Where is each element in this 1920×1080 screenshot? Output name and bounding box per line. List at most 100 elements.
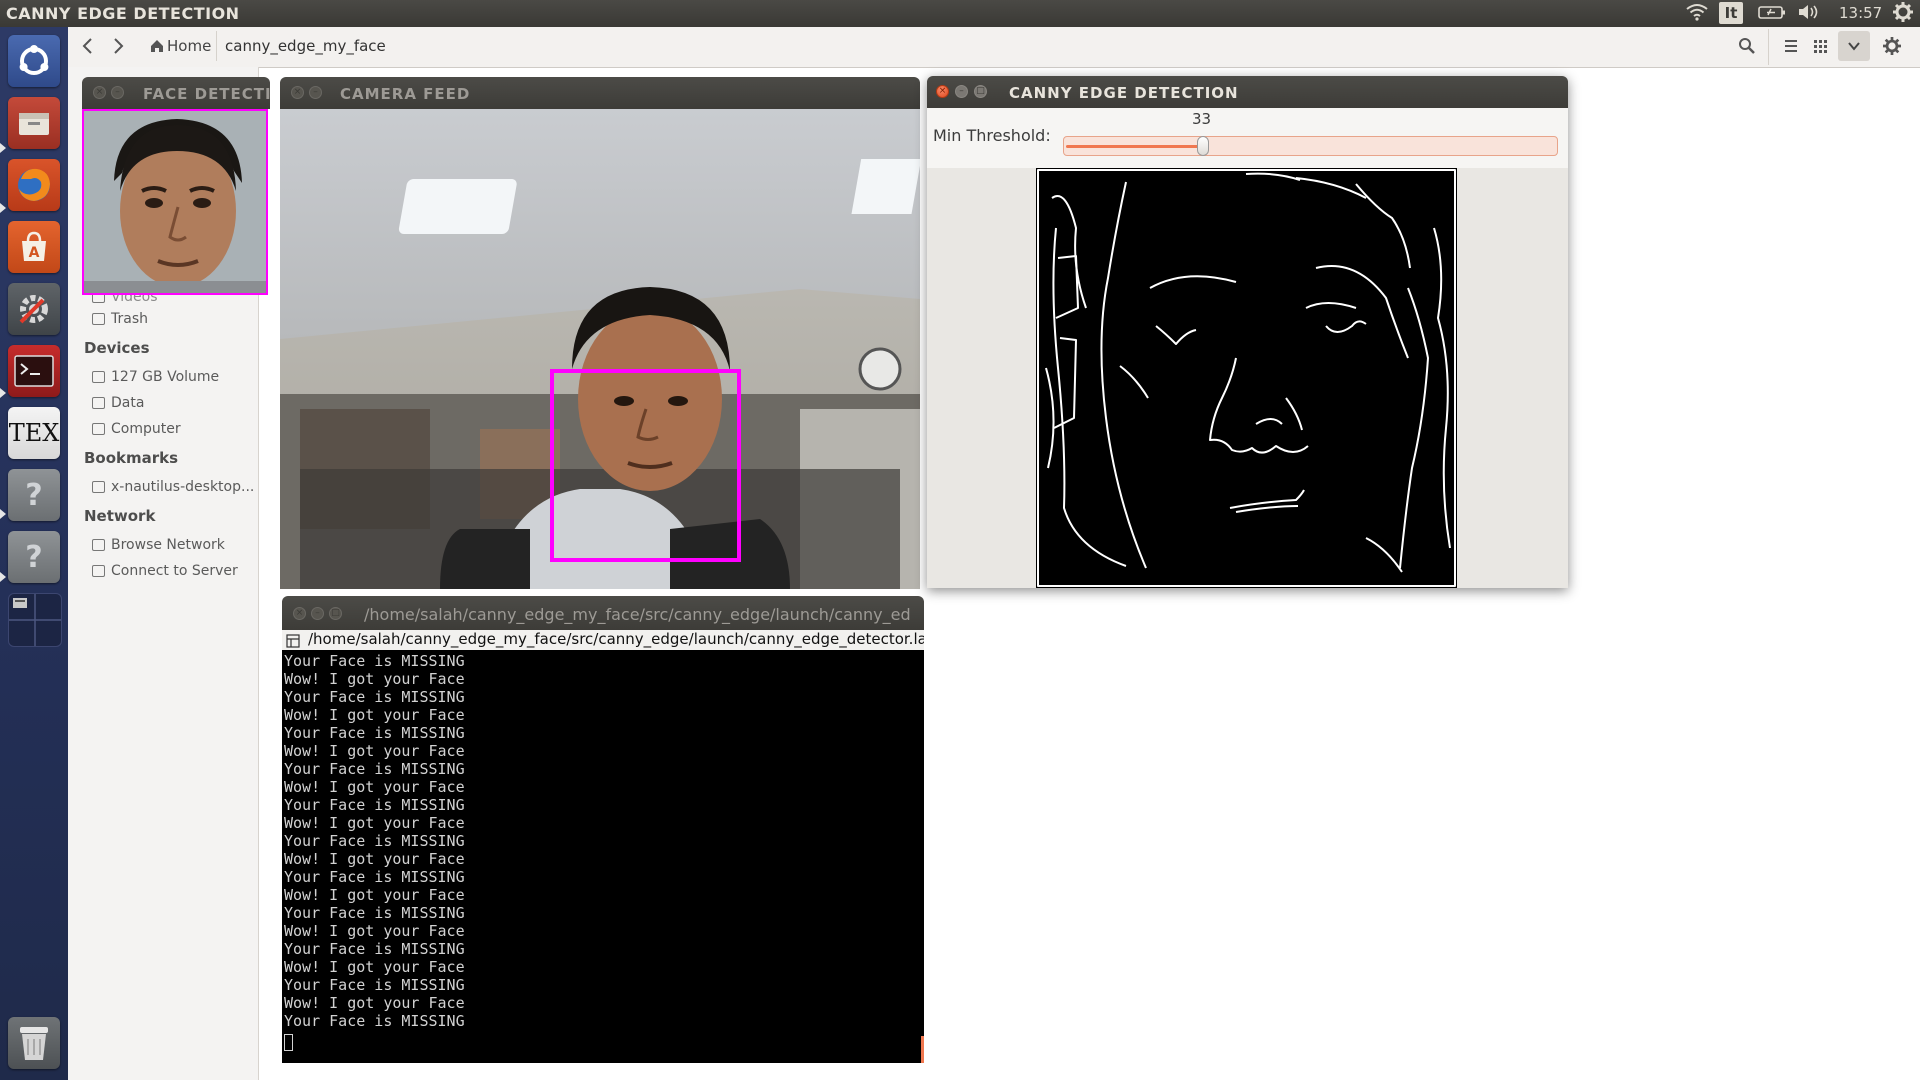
back-button[interactable] [80, 37, 96, 59]
forward-button[interactable] [110, 37, 126, 59]
server-icon [92, 565, 105, 577]
view-options-button[interactable] [1838, 31, 1870, 61]
breadcrumb-separator [216, 31, 217, 61]
minimize-icon[interactable]: – [311, 607, 324, 620]
terminal-titlebar[interactable]: × – □ /home/salah/canny_edge_my_face/src… [282, 596, 924, 630]
trash-icon[interactable] [8, 1017, 60, 1069]
terminal-line: Your Face is MISSING [284, 688, 465, 706]
gear-icon[interactable] [1893, 2, 1913, 26]
clock[interactable]: 13:57 [1839, 4, 1882, 22]
sidebar-item-label: Computer [111, 421, 181, 437]
face-window-titlebar[interactable]: × – FACE DETECTI [82, 77, 270, 109]
terminal-icon[interactable] [8, 345, 60, 397]
terminal-window: × – □ /home/salah/canny_edge_my_face/src… [282, 596, 924, 1063]
system-settings-icon[interactable] [8, 283, 60, 335]
terminal-line: Your Face is MISSING [284, 976, 465, 994]
terminal-output[interactable]: Your Face is MISSING Wow! I got your Fac… [282, 650, 924, 1063]
workspace-switcher-icon[interactable] [8, 593, 62, 647]
texmaker-icon[interactable]: TEX [8, 407, 60, 459]
active-window-title: CANNY EDGE DETECTION [6, 4, 240, 23]
texmaker-label: TEX [8, 419, 60, 447]
grid-view-icon[interactable] [1813, 38, 1829, 58]
breadcrumb-home[interactable]: Home [150, 37, 211, 55]
running-indicator [0, 143, 6, 153]
terminal-line: Your Face is MISSING [284, 796, 465, 814]
sidebar-item-trash[interactable]: Trash [92, 311, 148, 327]
close-icon[interactable]: × [93, 86, 106, 99]
keyboard-layout-indicator[interactable]: It [1719, 2, 1743, 24]
sidebar-heading-network: Network [84, 507, 156, 525]
canny-edge-image [1036, 168, 1457, 588]
dash-icon[interactable] [8, 35, 60, 87]
network-icon [92, 539, 105, 551]
maximize-icon[interactable]: □ [974, 85, 987, 98]
sidebar-heading-devices: Devices [84, 339, 150, 357]
sidebar-item-volume[interactable]: 127 GB Volume [92, 369, 219, 385]
drive-icon [92, 371, 105, 383]
detected-face-image [82, 109, 268, 295]
wifi-icon[interactable] [1686, 3, 1708, 25]
sidebar-item-label: x-nautilus-desktop... [111, 479, 255, 495]
sidebar-item-label: Trash [111, 311, 148, 327]
terminal-line: Wow! I got your Face [284, 886, 465, 904]
chevron-down-icon [1848, 42, 1860, 51]
face-detection-window: × – FACE DETECTI [82, 77, 270, 295]
battery-icon[interactable] [1758, 3, 1786, 25]
drive-icon [92, 397, 105, 409]
toolbar-separator [1768, 29, 1769, 65]
terminal-line: Wow! I got your Face [284, 922, 465, 940]
terminal-tab-bar[interactable]: /home/salah/canny_edge_my_face/src/canny… [282, 630, 924, 650]
terminal-line: Your Face is MISSING [284, 832, 465, 850]
search-icon[interactable] [1738, 37, 1756, 59]
camera-window-titlebar[interactable]: × – CAMERA FEED [280, 77, 920, 109]
unknown-app-icon[interactable]: ? [8, 531, 60, 583]
software-center-icon[interactable]: A [8, 221, 60, 273]
terminal-line: Wow! I got your Face [284, 814, 465, 832]
terminal-line: Wow! I got your Face [284, 958, 465, 976]
camera-feed-window: × – CAMERA FEED [280, 77, 920, 589]
running-indicator [0, 388, 6, 398]
sidebar-item-browse-network[interactable]: Browse Network [92, 537, 225, 553]
min-threshold-slider[interactable] [1063, 136, 1558, 156]
close-icon[interactable]: × [293, 607, 306, 620]
terminal-line: Wow! I got your Face [284, 778, 465, 796]
window-title: /home/salah/canny_edge_my_face/src/canny… [364, 605, 911, 624]
sidebar-item-label: 127 GB Volume [111, 369, 220, 385]
sidebar-item-connect-server[interactable]: Connect to Server [92, 563, 238, 579]
sidebar-item-bookmark[interactable]: x-nautilus-desktop... [92, 479, 254, 495]
terminal-scrollbar[interactable] [921, 1036, 924, 1063]
folder-icon [92, 481, 105, 493]
sidebar-item-data[interactable]: Data [92, 395, 144, 411]
terminal-line: Your Face is MISSING [284, 868, 465, 886]
firefox-icon[interactable] [8, 159, 60, 211]
top-panel: CANNY EDGE DETECTION It 13:57 [0, 0, 1920, 27]
sidebar-item-computer[interactable]: Computer [92, 421, 181, 437]
trash-icon [92, 313, 105, 325]
minimize-icon[interactable]: – [955, 85, 968, 98]
file-manager-toolbar: Home canny_edge_my_face [68, 27, 1920, 68]
running-indicator [0, 203, 6, 213]
volume-icon[interactable] [1797, 3, 1821, 25]
terminal-line: Wow! I got your Face [284, 706, 465, 724]
breadcrumb-current[interactable]: canny_edge_my_face [225, 37, 386, 55]
maximize-icon[interactable]: □ [329, 607, 342, 620]
canny-window-titlebar[interactable]: × – □ CANNY EDGE DETECTION [927, 76, 1568, 108]
running-indicator [0, 509, 6, 519]
terminal-line: Your Face is MISSING [284, 724, 465, 742]
close-icon[interactable]: × [291, 86, 304, 99]
terminal-line: Your Face is MISSING [284, 760, 465, 778]
sidebar-item-label: Data [111, 395, 145, 411]
terminal-cursor [284, 1034, 293, 1051]
minimize-icon[interactable]: – [111, 86, 124, 99]
files-icon[interactable] [8, 97, 60, 149]
unknown-app-icon[interactable]: ? [8, 469, 60, 521]
close-icon[interactable]: × [936, 85, 949, 98]
minimize-icon[interactable]: – [309, 86, 322, 99]
question-mark-icon: ? [25, 477, 43, 513]
terminal-line: Wow! I got your Face [284, 850, 465, 868]
terminal-line: Wow! I got your Face [284, 742, 465, 760]
slider-fill [1066, 145, 1203, 148]
slider-thumb[interactable] [1197, 136, 1209, 156]
settings-gear-icon[interactable] [1883, 37, 1901, 59]
list-view-icon[interactable] [1783, 38, 1799, 58]
